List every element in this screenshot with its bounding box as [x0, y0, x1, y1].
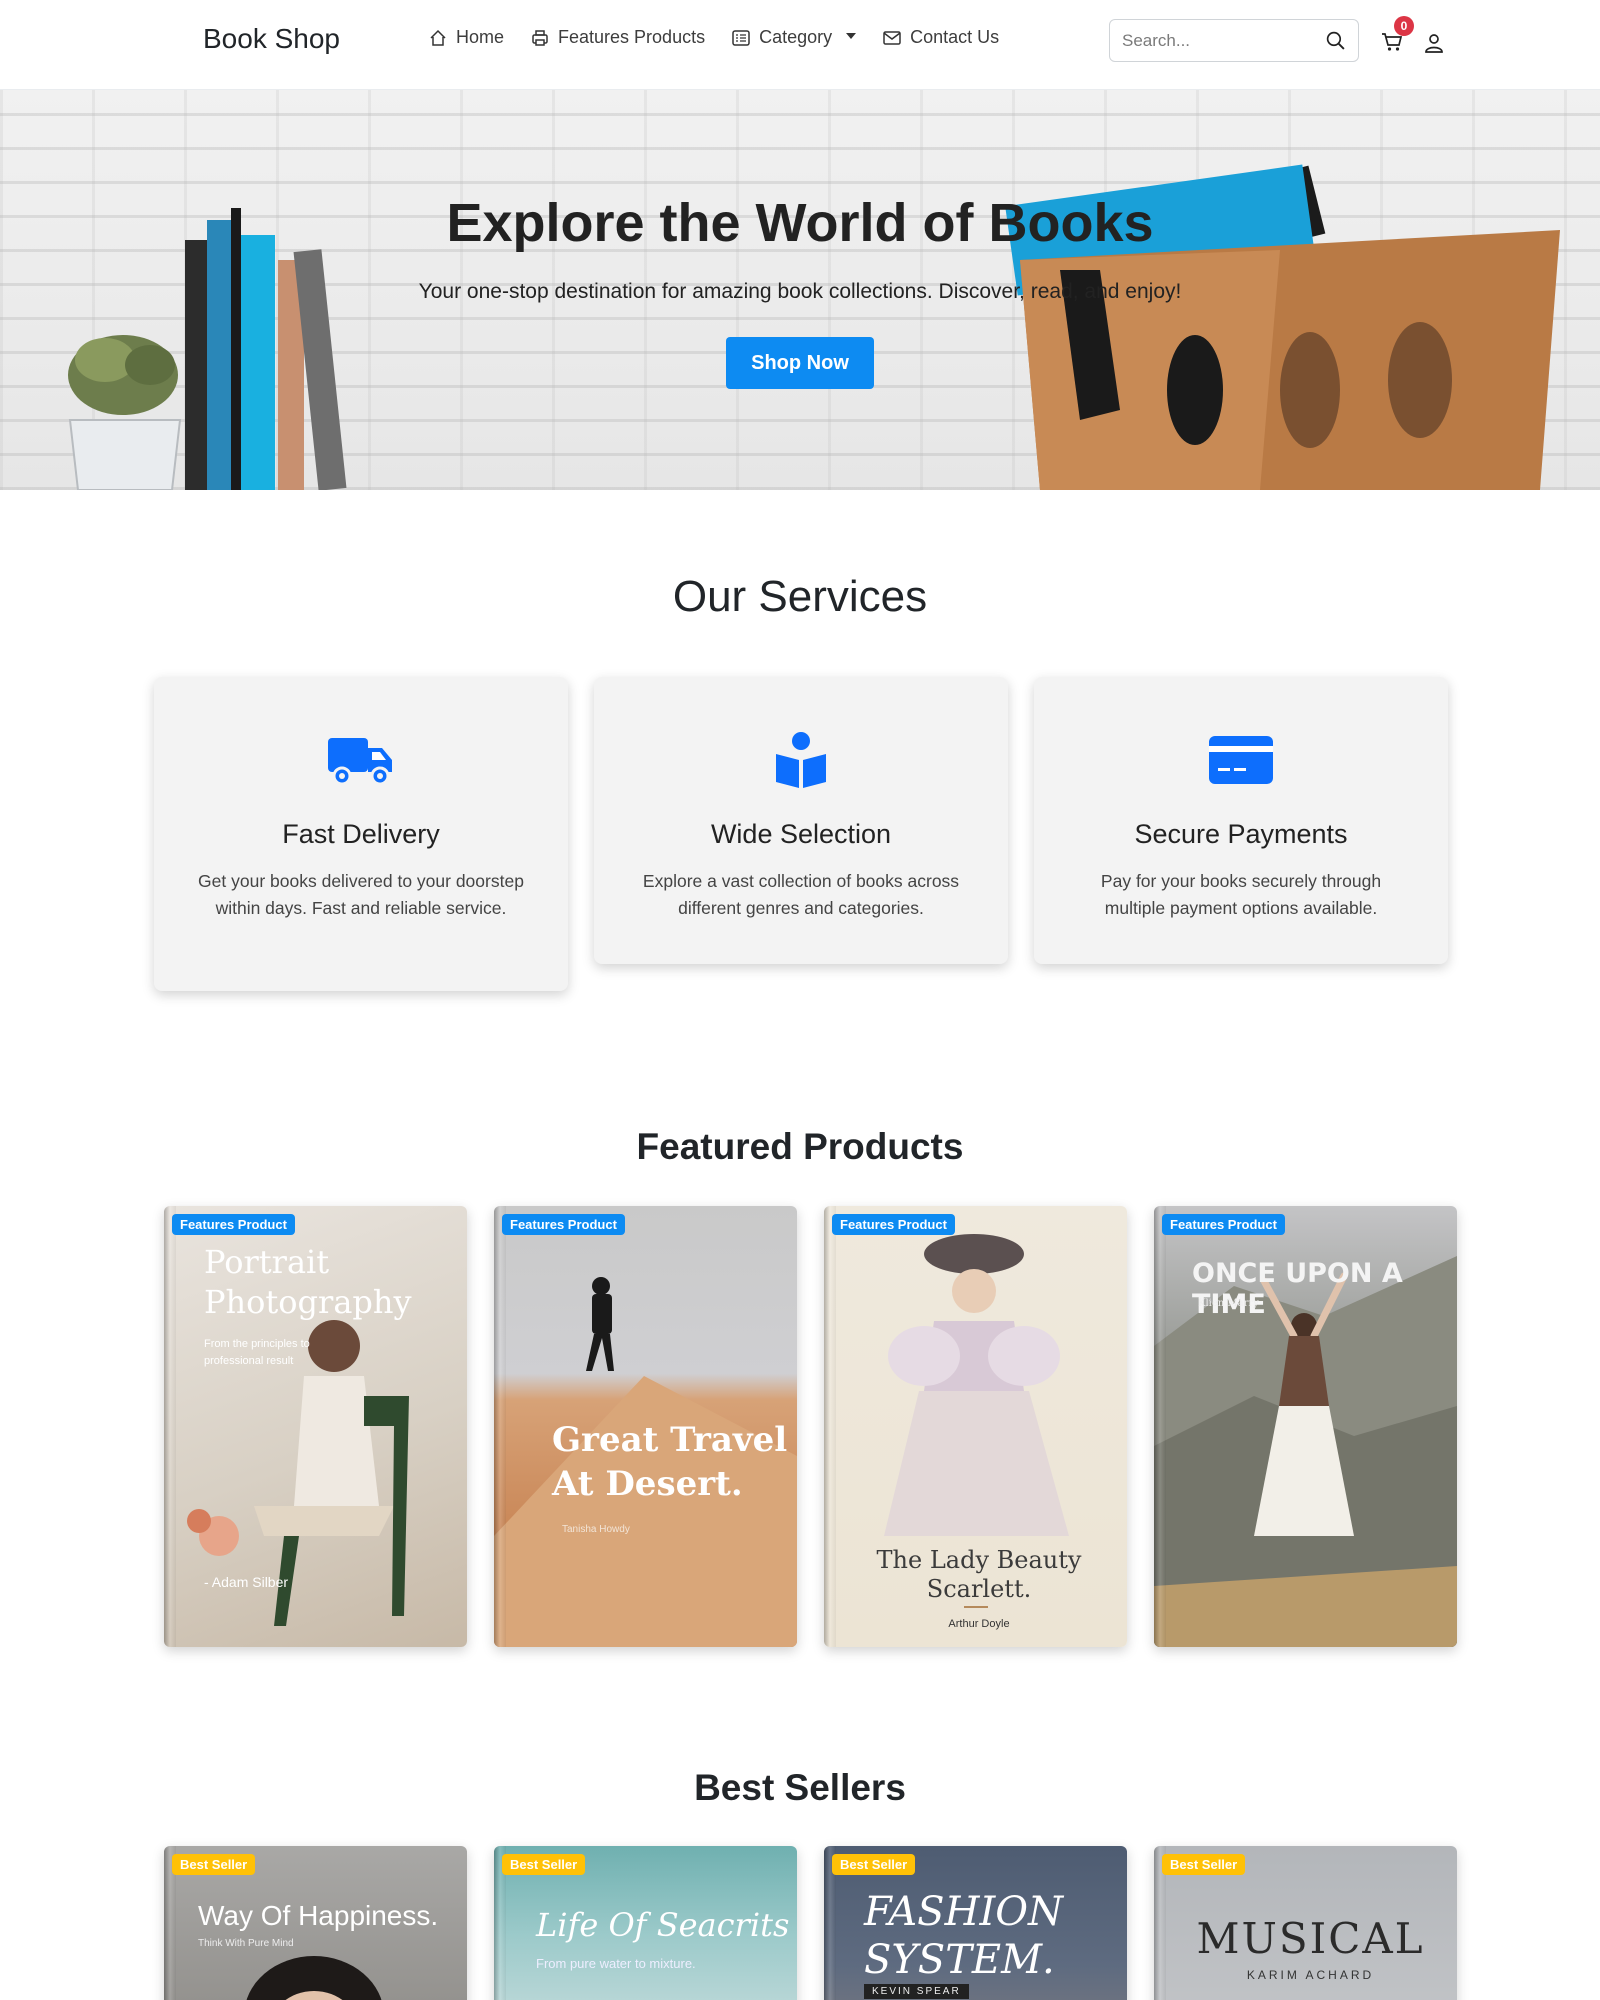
list-icon	[732, 29, 750, 46]
search-input[interactable]	[1122, 30, 1312, 51]
bestseller-book-card[interactable]: Best Seller FASHION SYSTEM. KEVIN SPEAR	[824, 1846, 1127, 2000]
house-icon	[430, 29, 446, 46]
featured-book-card[interactable]: Features Product Great Travel At Desert.…	[494, 1206, 797, 1647]
bestseller-book-card[interactable]: Best Seller MUSICAL KARIM ACHARD	[1154, 1846, 1457, 2000]
featured-book-card[interactable]: Features Product ONCE UPON A TIME Klien …	[1154, 1206, 1457, 1647]
book-author: KARIM ACHARD	[1246, 1968, 1375, 1982]
services-title: Our Services	[672, 572, 928, 621]
features-badge: Features Product	[1162, 1214, 1285, 1235]
envelope-icon	[883, 30, 901, 45]
navbar: Book Shop Home Features Products Categor…	[0, 0, 1600, 90]
featured-book-card[interactable]: Features Product The Lady Beauty Scarlet…	[824, 1206, 1127, 1647]
nav-contact-label: Contact Us	[910, 27, 1000, 47]
book-spine	[494, 1206, 506, 1647]
divider	[964, 1606, 988, 1608]
book-title: ONCE UPON A TIME	[1192, 1258, 1403, 1320]
book-tagline: Think With Pure Mind	[198, 1938, 294, 1949]
book-title: FASHION SYSTEM.	[864, 1889, 1064, 1983]
service-title: Secure Payments	[1134, 819, 1348, 849]
hero-title: Explore the World of Books	[446, 193, 1154, 253]
truck-icon	[328, 738, 392, 786]
nav-contact-link[interactable]: Contact Us	[882, 27, 999, 48]
book-spine	[164, 1206, 176, 1647]
bestseller-badge: Best Seller	[502, 1854, 586, 1875]
book-author: Klien Marry	[1198, 1298, 1259, 1309]
service-card-selection: Wide Selection Explore a vast collection…	[594, 677, 1008, 964]
service-title: Wide Selection	[710, 819, 892, 849]
bestsellers-title: Best Sellers	[694, 1767, 906, 1808]
book-title: Way Of Happiness.	[198, 1900, 439, 1931]
service-text: Pay for your books securely through mult…	[1100, 871, 1382, 918]
featured-title: Featured Products	[636, 1126, 964, 1167]
nav-features-label: Features Products	[558, 27, 706, 47]
service-card-delivery: Fast Delivery Get your books delivered t…	[154, 677, 568, 991]
book-reader-icon	[776, 732, 826, 788]
book-title: Life Of Seacrits	[536, 1906, 790, 1944]
nav-category-label: Category	[759, 27, 833, 47]
credit-card-icon	[1209, 736, 1273, 784]
nav-home-link[interactable]: Home	[428, 27, 504, 48]
service-text: Explore a vast collection of books acros…	[642, 871, 960, 918]
nav-links: Home Features Products Category Contact …	[428, 27, 999, 48]
bestseller-badge: Best Seller	[832, 1854, 916, 1875]
printer-icon	[532, 29, 548, 46]
hero-banner: Explore the World of Books Your one-stop…	[0, 90, 1600, 490]
book-author: - Adam Silber	[204, 1574, 289, 1590]
user-icon[interactable]	[1423, 32, 1445, 54]
book-title: Great Travel At Desert.	[552, 1420, 788, 1504]
book-author: Arthur Doyle	[948, 1618, 1010, 1630]
search-box	[1109, 19, 1359, 62]
book-author: Tanisha Howdy	[562, 1524, 630, 1535]
search-icon[interactable]	[1325, 30, 1346, 51]
cart-count-badge: 0	[1394, 16, 1414, 36]
bestseller-badge: Best Seller	[1162, 1854, 1246, 1875]
nav-home-label: Home	[456, 27, 505, 47]
shop-now-button[interactable]: Shop Now	[726, 337, 874, 389]
book-author: KEVIN SPEAR	[864, 1984, 969, 1999]
book-tagline: From the principles to professional resu…	[204, 1338, 310, 1367]
nav-features-link[interactable]: Features Products	[530, 27, 705, 48]
book-title: The Lady Beauty Scarlett.	[876, 1546, 1082, 1603]
service-title: Fast Delivery	[282, 819, 440, 849]
chevron-down-icon	[846, 32, 857, 39]
bestseller-badge: Best Seller	[172, 1854, 256, 1875]
book-title: Portrait Photography	[204, 1243, 412, 1321]
featured-book-card[interactable]: Features Product Portrait Photography Fr…	[164, 1206, 467, 1647]
bestseller-book-card[interactable]: Best Seller Way Of Happiness. Think With…	[164, 1846, 467, 2000]
hero-subtitle: Your one-stop destination for amazing bo…	[418, 280, 1182, 303]
nav-category-dropdown[interactable]: Category	[731, 27, 857, 48]
book-title: MUSICAL	[1196, 1914, 1425, 1963]
bestseller-book-card[interactable]: Best Seller Life Of Seacrits From pure w…	[494, 1846, 797, 2000]
brand-logo[interactable]: Book Shop	[203, 23, 340, 55]
book-tagline: From pure water to mixture.	[536, 1956, 696, 1971]
service-text: Get your books delivered to your doorste…	[198, 871, 524, 918]
features-badge: Features Product	[502, 1214, 625, 1235]
book-spine	[1154, 1206, 1166, 1647]
book-spine	[824, 1206, 836, 1647]
service-card-payments: Secure Payments Pay for your books secur…	[1034, 677, 1448, 964]
features-badge: Features Product	[172, 1214, 295, 1235]
features-badge: Features Product	[832, 1214, 955, 1235]
